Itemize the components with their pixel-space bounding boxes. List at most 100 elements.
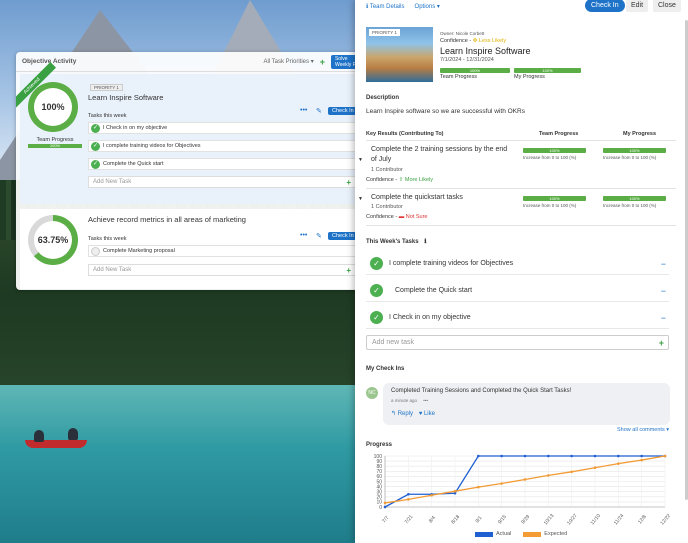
reply-link[interactable]: ↰ Reply bbox=[391, 411, 413, 417]
objective-card[interactable]: 63.75% Achieve record metrics in all are… bbox=[20, 209, 366, 289]
objective-card[interactable]: 100% Achieved Team Progress 100% PRIORIT… bbox=[16, 61, 366, 204]
objective-image: PRIORITY 1 bbox=[366, 27, 433, 82]
weekly-task-row[interactable]: ✓ I Check in on my objective − bbox=[366, 307, 669, 329]
add-task-input[interactable]: Add new task + bbox=[366, 335, 669, 350]
kr-team-increase-text: Increase from 0 to 100 (%) bbox=[523, 203, 577, 208]
legend-actual[interactable]: Actual bbox=[496, 531, 511, 537]
task-check-icon[interactable]: ✓ bbox=[91, 159, 100, 169]
add-task-placeholder: Add new task bbox=[372, 339, 415, 346]
remove-task-icon[interactable]: − bbox=[661, 259, 666, 269]
options-dropdown[interactable]: Options ▾ bbox=[415, 3, 440, 10]
task-check-icon[interactable] bbox=[91, 246, 100, 256]
more-options-icon[interactable]: ••• bbox=[300, 232, 307, 239]
checkin-button[interactable]: Check In bbox=[328, 232, 358, 240]
weekly-task-row[interactable]: ✓ I complete training videos for Objecti… bbox=[366, 253, 669, 275]
kr-my-progress-heading: My Progress bbox=[623, 131, 657, 137]
objective-title: Learn Inspire Software bbox=[440, 46, 531, 56]
team-details-link[interactable]: ℹ Team Details bbox=[366, 3, 405, 10]
weekly-task-row[interactable]: ✓ Complete the Quick start − bbox=[366, 280, 669, 302]
comment-text: Completed Training Sessions and Complete… bbox=[391, 388, 572, 394]
key-result-title[interactable]: Complete the 2 training sessions by the … bbox=[371, 145, 511, 165]
divider bbox=[366, 188, 676, 189]
data-point-expected bbox=[407, 498, 410, 501]
task-text: I Check in on my objective bbox=[389, 314, 471, 321]
confidence-value: More Likely bbox=[404, 177, 433, 183]
expand-arrow-icon[interactable]: ▼ bbox=[358, 196, 363, 202]
info-icon[interactable]: ℹ bbox=[424, 239, 426, 245]
progress-ring: 63.75% bbox=[28, 215, 78, 265]
comment-meta: a minute ago ••• bbox=[391, 398, 428, 403]
task-row[interactable]: Complete Marketing proposal bbox=[88, 245, 356, 257]
add-task-placeholder: Add New Task bbox=[93, 267, 132, 273]
x-tick-label: 10/27 bbox=[566, 513, 579, 527]
add-task-plus-icon[interactable]: + bbox=[346, 266, 351, 275]
task-check-icon[interactable]: ✓ bbox=[91, 123, 100, 133]
data-point-actual bbox=[617, 454, 620, 458]
task-check-icon[interactable]: ✓ bbox=[370, 284, 383, 297]
add-task-plus-icon[interactable]: + bbox=[346, 178, 351, 187]
more-options-icon[interactable]: ••• bbox=[300, 107, 307, 114]
tasks-this-week-label: Tasks this week bbox=[88, 113, 127, 119]
task-text: Complete Marketing proposal bbox=[103, 248, 175, 254]
kr-my-progress-bar: 100% bbox=[603, 196, 666, 201]
task-row[interactable]: ✓ I complete training videos for Objecti… bbox=[88, 140, 356, 152]
task-check-icon[interactable]: ✓ bbox=[370, 257, 383, 270]
objective-dates: 7/1/2024 - 12/31/2024 bbox=[440, 57, 494, 63]
chart-legend: Actual Expected bbox=[475, 531, 567, 537]
task-check-icon[interactable]: ✓ bbox=[370, 311, 383, 324]
task-row[interactable]: ✓ Complete the Quick start bbox=[88, 158, 356, 170]
data-point-expected bbox=[453, 489, 457, 493]
progress-percent: 63.75% bbox=[34, 221, 72, 259]
like-link[interactable]: ♥ Like bbox=[419, 411, 435, 417]
legend-expected[interactable]: Expected bbox=[544, 531, 567, 537]
x-tick-label: 12/8 bbox=[637, 514, 648, 525]
kr-team-increase-text: Increase from 0 to 100 (%) bbox=[523, 155, 577, 160]
data-point-actual bbox=[640, 454, 643, 458]
remove-task-icon[interactable]: − bbox=[661, 313, 666, 323]
divider bbox=[366, 140, 676, 141]
x-tick-label: 12/22 bbox=[659, 513, 670, 527]
task-row[interactable]: ✓ I Check in on my objective bbox=[88, 122, 356, 134]
remove-task-icon[interactable]: − bbox=[661, 286, 666, 296]
add-new-task-input[interactable]: Add New Task + bbox=[88, 176, 356, 188]
priority-badge: PRIORITY 1 bbox=[369, 29, 400, 36]
data-point-expected bbox=[593, 466, 597, 470]
x-tick-label: 7/21 bbox=[404, 514, 415, 525]
data-point-actual bbox=[570, 454, 573, 458]
task-check-icon[interactable]: ✓ bbox=[91, 141, 100, 151]
comment-more-icon[interactable]: ••• bbox=[423, 398, 428, 403]
edit-pencil-icon[interactable]: ✎ bbox=[316, 107, 322, 115]
task-priority-filter[interactable]: All Task Priorities ▾ bbox=[263, 58, 313, 65]
weekly-tasks-heading: This Week's Tasks ℹ bbox=[366, 238, 427, 245]
expand-arrow-icon[interactable]: ▼ bbox=[358, 157, 363, 163]
edit-pencil-icon[interactable]: ✎ bbox=[316, 232, 322, 240]
confidence-label: Confidence - bbox=[366, 177, 398, 183]
x-tick-label: 8/18 bbox=[450, 514, 461, 525]
objective-title[interactable]: Learn Inspire Software bbox=[88, 93, 163, 102]
show-all-comments-link[interactable]: Show all comments ▾ bbox=[617, 427, 669, 433]
comment-time: a minute ago bbox=[391, 398, 418, 403]
add-task-plus-icon[interactable]: + bbox=[659, 338, 664, 348]
background-person bbox=[34, 430, 44, 442]
drawer-toolbar: ℹ Team Details Options ▾ Check In Edit C… bbox=[355, 0, 688, 13]
progress-line-chart: 01020304050607080901007/7 7/21 8/4 8/18 9/1 9… bbox=[374, 454, 670, 527]
kr-team-progress-bar: 100% bbox=[523, 148, 586, 153]
avatar: NC bbox=[366, 387, 378, 399]
task-text: Complete the Quick start bbox=[395, 287, 473, 294]
add-objective-icon[interactable]: + bbox=[320, 57, 325, 67]
add-new-task-input[interactable]: Add New Task + bbox=[88, 264, 356, 276]
add-task-placeholder: Add New Task bbox=[93, 179, 132, 185]
key-result-title[interactable]: Complete the quickstart tasks bbox=[371, 193, 511, 203]
x-tick-label: 10/13 bbox=[543, 513, 556, 527]
edit-button[interactable]: Edit bbox=[626, 0, 649, 12]
progress-chart-heading: Progress bbox=[366, 442, 393, 448]
checkin-button[interactable]: Check In bbox=[585, 0, 625, 12]
close-button[interactable]: Close bbox=[653, 0, 681, 12]
checkin-button[interactable]: Check In bbox=[328, 107, 358, 115]
kr-team-progress-bar: 100% bbox=[523, 196, 586, 201]
data-point-expected bbox=[640, 458, 643, 462]
checkin-comment: Completed Training Sessions and Complete… bbox=[383, 383, 670, 425]
confidence-value: Less Likely bbox=[478, 38, 507, 44]
objective-title[interactable]: Achieve record metrics in all areas of m… bbox=[88, 215, 246, 224]
contributors-count: 1 Contributor bbox=[371, 167, 403, 173]
